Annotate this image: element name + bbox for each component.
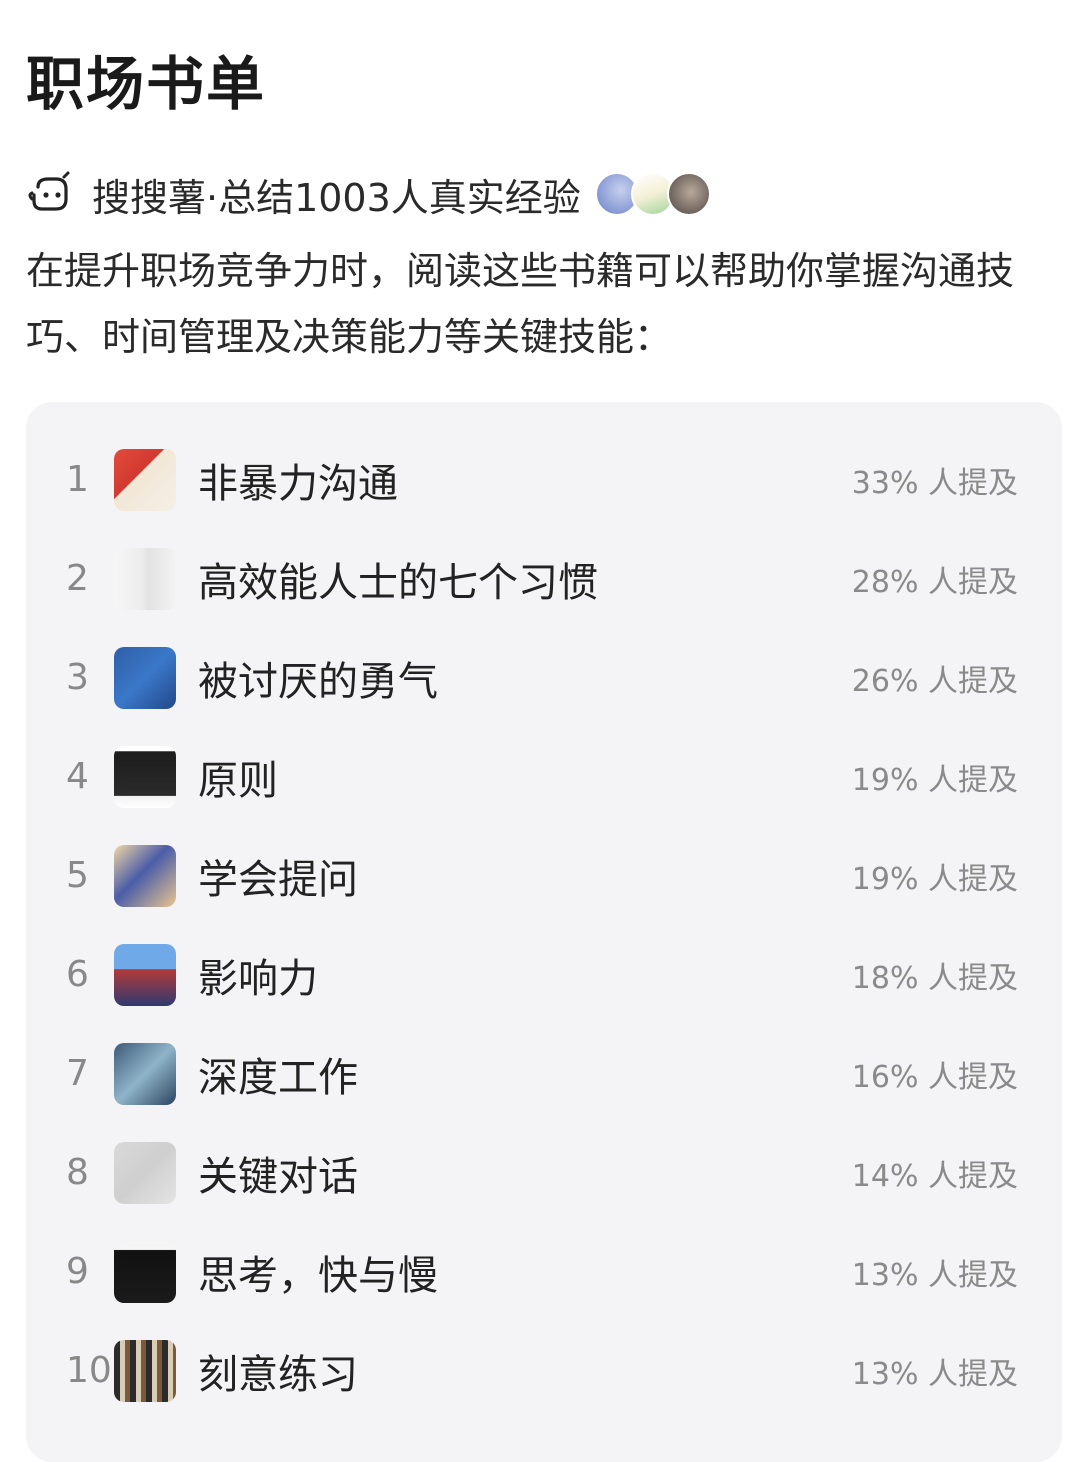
list-item[interactable]: 3 被讨厌的勇气 26% 人提及 bbox=[26, 628, 1062, 727]
rank-number: 5 bbox=[66, 855, 89, 896]
list-item[interactable]: 10 刻意练习 13% 人提及 bbox=[26, 1321, 1062, 1420]
book-title[interactable]: 高效能人士的七个习惯 bbox=[198, 550, 598, 608]
list-item[interactable]: 8 关键对话 14% 人提及 bbox=[26, 1123, 1062, 1222]
rank-number: 2 bbox=[66, 558, 89, 599]
book-cover[interactable] bbox=[114, 844, 176, 907]
book-cover[interactable] bbox=[114, 547, 176, 610]
book-cover[interactable] bbox=[114, 1339, 176, 1402]
list-item[interactable]: 5 学会提问 19% 人提及 bbox=[26, 826, 1062, 925]
avatar[interactable] bbox=[666, 172, 711, 216]
book-title[interactable]: 非暴力沟通 bbox=[198, 451, 398, 509]
mention-percent: 18% 人提及 bbox=[851, 960, 1018, 996]
list-item[interactable]: 9 思考，快与慢 13% 人提及 bbox=[26, 1222, 1062, 1321]
book-title[interactable]: 影响力 bbox=[198, 946, 318, 1004]
book-title[interactable]: 原则 bbox=[198, 748, 278, 806]
list-item[interactable]: 6 影响力 18% 人提及 bbox=[26, 925, 1062, 1024]
list-item[interactable]: 2 高效能人士的七个习惯 28% 人提及 bbox=[26, 529, 1062, 628]
source-summary-text: 搜搜薯·总结1003人真实经验 bbox=[92, 175, 581, 220]
list-item[interactable]: 7 深度工作 16% 人提及 bbox=[26, 1024, 1062, 1123]
avatar-group[interactable] bbox=[594, 172, 711, 216]
book-cover[interactable] bbox=[114, 745, 176, 808]
mention-percent: 13% 人提及 bbox=[851, 1356, 1018, 1392]
rank-number: 4 bbox=[66, 756, 89, 797]
rank-number: 10 bbox=[66, 1350, 112, 1391]
book-title[interactable]: 关键对话 bbox=[198, 1144, 358, 1202]
rank-number: 1 bbox=[66, 459, 89, 500]
intro-paragraph: 在提升职场竞争力时，阅读这些书籍可以帮助你掌握沟通技巧、时间管理及决策能力等关键… bbox=[26, 249, 1015, 359]
list-item[interactable]: 4 原则 19% 人提及 bbox=[26, 727, 1062, 826]
book-title[interactable]: 被讨厌的勇气 bbox=[198, 649, 438, 707]
mention-percent: 28% 人提及 bbox=[851, 564, 1018, 600]
mention-percent: 16% 人提及 bbox=[851, 1059, 1018, 1095]
book-cover[interactable] bbox=[114, 1141, 176, 1204]
mention-percent: 13% 人提及 bbox=[851, 1257, 1018, 1293]
book-cover[interactable] bbox=[114, 448, 176, 511]
rank-number: 6 bbox=[66, 954, 89, 995]
book-title[interactable]: 深度工作 bbox=[198, 1045, 358, 1103]
book-cover[interactable] bbox=[114, 646, 176, 709]
list-item[interactable]: 1 非暴力沟通 33% 人提及 bbox=[26, 430, 1062, 529]
book-list-panel: 1 非暴力沟通 33% 人提及 2 高效能人士的七个习惯 28% 人提及 3 被… bbox=[26, 402, 1062, 1462]
mention-percent: 33% 人提及 bbox=[851, 465, 1018, 501]
mention-percent: 26% 人提及 bbox=[851, 663, 1018, 699]
robot-icon bbox=[28, 171, 70, 211]
source-row[interactable]: 搜搜薯·总结1003人真实经验 bbox=[26, 166, 711, 222]
book-title[interactable]: 思考，快与慢 bbox=[198, 1243, 438, 1301]
rank-number: 9 bbox=[66, 1251, 89, 1292]
book-title[interactable]: 学会提问 bbox=[198, 847, 358, 905]
page-title: 职场书单 bbox=[26, 50, 267, 118]
book-list: 1 非暴力沟通 33% 人提及 2 高效能人士的七个习惯 28% 人提及 3 被… bbox=[26, 430, 1062, 1420]
rank-number: 7 bbox=[66, 1053, 89, 1094]
book-cover[interactable] bbox=[114, 943, 176, 1006]
mention-percent: 19% 人提及 bbox=[851, 861, 1018, 897]
mention-percent: 19% 人提及 bbox=[851, 762, 1018, 798]
mention-percent: 14% 人提及 bbox=[851, 1158, 1018, 1194]
rank-number: 3 bbox=[66, 657, 89, 698]
book-title[interactable]: 刻意练习 bbox=[198, 1342, 358, 1400]
rank-number: 8 bbox=[66, 1152, 89, 1193]
book-cover[interactable] bbox=[114, 1240, 176, 1303]
book-cover[interactable] bbox=[114, 1042, 176, 1105]
